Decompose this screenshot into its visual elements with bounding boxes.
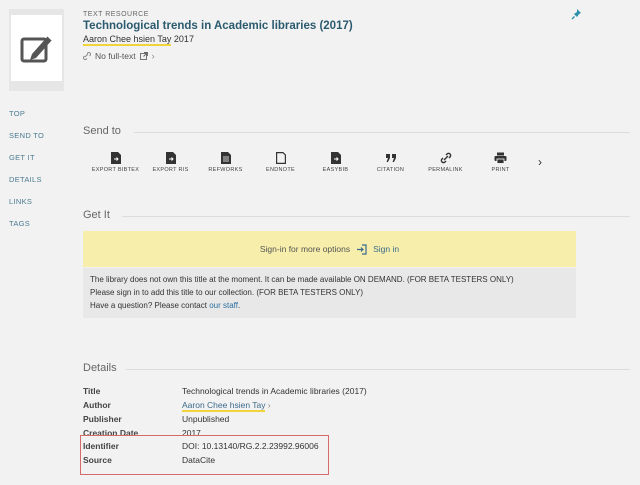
link-icon [83,52,91,60]
section-navigation: TOP SEND TO GET IT DETAILS LINKS TAGS [9,108,44,240]
availability-text: No full-text [95,51,136,61]
message-line-3-end: . [237,301,241,310]
citation-label: CITATION [376,167,405,173]
nav-get-it[interactable]: GET IT [9,152,44,174]
nav-top[interactable]: TOP [9,108,44,130]
record-author[interactable]: Aaron Chee hsien Tay [83,34,172,46]
contact-staff-link[interactable]: our staff [209,301,238,310]
endnote-button[interactable]: ENDNOTE [253,152,308,173]
chevron-right-icon: › [267,400,271,410]
record-thumbnail [9,9,64,91]
detail-value: Unpublished [182,414,230,424]
annotation-highlight-box [80,435,329,475]
detail-row-publisher: Publisher Unpublished [83,414,229,424]
quote-icon [385,154,396,162]
author-link[interactable]: Aaron Chee hsien Tay [182,400,266,412]
signin-prompt: Sign-in for more options [259,244,351,254]
detail-value: Aaron Chee hsien Tay › [182,400,271,412]
signin-banner: Sign-in for more options Sign in [83,231,576,267]
sign-in-icon [357,243,367,255]
detail-row-title: Title Technological trends in Academic l… [83,386,367,396]
detail-key: Publisher [83,414,122,424]
detail-key: Author [83,400,111,410]
record-author-line: Aaron Chee hsien Tay 2017 [83,34,194,46]
citation-button[interactable]: CITATION [363,152,418,173]
easybib-label: EASYBIB [322,167,349,173]
divider [122,216,630,217]
endnote-label: ENDNOTE [266,167,295,173]
record-year: 2017 [173,34,194,44]
file-export-icon [110,152,121,164]
availability-message: The library does not own this title at t… [83,268,576,318]
permalink-label: PERMALINK [428,167,463,173]
detail-row-author: Author Aaron Chee hsien Tay › [83,400,271,412]
file-text-icon [220,152,231,164]
message-line-1: The library does not own this title at t… [90,275,514,284]
chevron-right-icon[interactable]: › [538,155,542,169]
availability-status[interactable]: No full-text › [83,51,155,61]
edit-document-icon [20,35,53,63]
file-icon [275,152,286,164]
pin-icon[interactable] [571,8,583,20]
message-line-3-text: Have a question? Please contact [90,301,210,310]
chevron-right-icon: › [151,51,155,61]
get-it-heading: Get It [83,209,110,221]
resource-type: TEXT RESOURCE [83,11,149,18]
export-ris-label: EXPORT RIS [152,167,189,173]
external-link-icon [139,52,148,60]
print-label: PRINT [491,167,510,173]
record-title-link[interactable]: Technological trends in Academic librari… [83,20,353,32]
link-icon [440,152,451,164]
print-button[interactable]: PRINT [473,152,528,173]
detail-key: Title [83,386,101,396]
nav-send-to[interactable]: SEND TO [9,130,44,152]
send-to-heading: Send to [83,125,121,137]
export-ris-button[interactable]: EXPORT RIS [143,152,198,173]
nav-links[interactable]: LINKS [9,196,44,218]
refworks-button[interactable]: REFWORKS [198,152,253,173]
message-line-2: Please sign in to add this title to our … [90,288,363,297]
file-export-icon [165,152,176,164]
message-line-3: Have a question? Please contact our staf… [90,299,569,312]
thumbnail-image [11,15,62,81]
send-to-actions: EXPORT BIBTEX EXPORT RIS REFWORKS ENDNOT… [88,152,528,173]
signin-link[interactable]: Sign in [373,244,399,254]
printer-icon [494,152,507,164]
divider [134,132,630,133]
refworks-label: REFWORKS [208,167,243,173]
nav-tags[interactable]: TAGS [9,218,44,240]
easybib-button[interactable]: EASYBIB [308,152,363,173]
export-bibtex-label: EXPORT BIBTEX [91,167,140,173]
nav-details[interactable]: DETAILS [9,174,44,196]
detail-value: Technological trends in Academic librari… [182,386,367,396]
divider [126,369,630,370]
export-bibtex-button[interactable]: EXPORT BIBTEX [88,152,143,173]
permalink-button[interactable]: PERMALINK [418,152,473,173]
file-export-icon [330,152,341,164]
details-heading: Details [83,362,117,374]
